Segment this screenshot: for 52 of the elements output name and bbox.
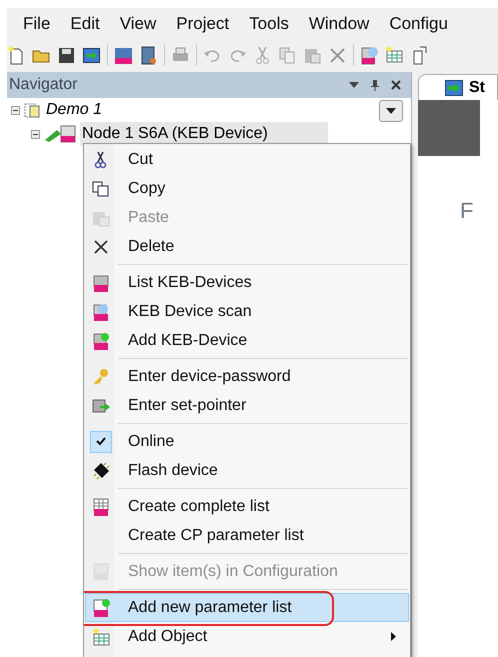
menu-item[interactable]: View — [112, 9, 164, 39]
collapse-icon[interactable] — [11, 106, 20, 114]
device-add-icon — [92, 332, 110, 350]
menu-item[interactable]: KEB Device scan — [85, 297, 409, 326]
menu-item[interactable]: Configu — [381, 9, 456, 39]
dropdown-icon[interactable] — [349, 82, 359, 88]
tree-item[interactable]: Demo 1 — [44, 98, 104, 122]
device-list-icon — [92, 274, 110, 292]
menu-item[interactable]: Project — [168, 9, 238, 39]
menu-item[interactable]: Flash device — [85, 456, 409, 485]
document-text: F — [460, 197, 474, 225]
caret-icon — [386, 108, 396, 114]
dropdown-button[interactable] — [379, 100, 403, 122]
import-icon[interactable] — [82, 46, 101, 64]
menu-item[interactable]: Add KEB-Device — [85, 326, 409, 355]
device-icon — [92, 562, 110, 580]
key-icon — [92, 368, 110, 386]
menu-item[interactable]: Delete — [85, 232, 409, 261]
pointer-icon — [92, 396, 110, 414]
panel-title: Navigator — [9, 75, 78, 95]
menu-item[interactable]: Tools — [241, 9, 297, 39]
collapse-icon[interactable] — [31, 130, 40, 138]
arrow-icon — [445, 80, 463, 96]
menu-item[interactable]: List KEB-Devices — [85, 268, 409, 297]
scan-icon[interactable] — [360, 46, 379, 64]
menu-item[interactable]: Cut — [85, 145, 409, 174]
menu-item[interactable]: Window — [300, 9, 378, 39]
grid-icon — [92, 628, 110, 646]
copy-icon — [92, 180, 110, 198]
menu-item[interactable]: File — [15, 9, 58, 39]
menu-item[interactable]: Create complete list — [85, 492, 409, 521]
menu-item[interactable]: Copy — [85, 174, 409, 203]
grid-icon — [92, 498, 110, 516]
menu-item[interactable]: Online — [85, 427, 409, 456]
chip-icon — [92, 462, 110, 480]
close-icon[interactable] — [391, 80, 401, 90]
device-icon — [43, 124, 77, 144]
menu-item[interactable]: Add Object — [85, 622, 409, 651]
close-icon — [92, 238, 110, 256]
magnifier-icon — [92, 302, 110, 320]
save-icon[interactable] — [57, 46, 76, 64]
menu-item[interactable]: Create CP parameter list — [85, 521, 409, 550]
project-icon — [23, 101, 41, 119]
document-tab[interactable]: St — [418, 74, 498, 100]
menu-item[interactable]: Enter set-pointer — [85, 391, 409, 420]
device-icon[interactable] — [139, 46, 158, 64]
menu-item[interactable]: Edit — [62, 9, 108, 39]
list-add-icon — [92, 598, 110, 616]
preview-block — [418, 100, 480, 156]
pin-icon[interactable] — [371, 80, 379, 90]
menu-item[interactable]: Enter device-password — [85, 362, 409, 391]
grid-icon[interactable] — [385, 46, 404, 64]
